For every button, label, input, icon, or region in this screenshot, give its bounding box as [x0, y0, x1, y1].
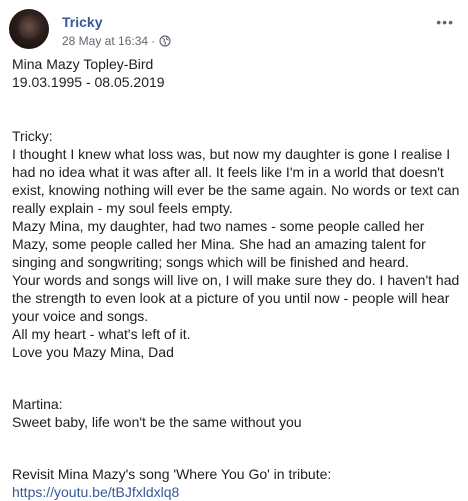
text-line: the strength to even look at a picture o…: [12, 290, 450, 306]
text-line: Martina:: [12, 396, 63, 412]
text-line: Your words and songs will live on, I wil…: [12, 272, 460, 288]
post-title-line: Mina Mazy Topley-Bird: [12, 56, 154, 72]
youtube-link[interactable]: https://youtu.be/tBJfxldxlq8: [12, 483, 460, 501]
revisit-text: Revisit Mina Mazy's song 'Where You Go' …: [12, 466, 332, 482]
post-timestamp[interactable]: 28 May at 16:34: [62, 34, 148, 48]
text-line: All my heart - what's left of it.: [12, 326, 191, 342]
post-dates-line: 19.03.1995 - 08.05.2019: [12, 74, 165, 90]
text-line: I thought I knew what loss was, but now …: [12, 146, 451, 162]
text-line: Love you Mazy Mina, Dad: [12, 344, 174, 360]
post-header: Tricky 28 May at 16:34 · •••: [9, 9, 468, 53]
globe-icon[interactable]: [159, 35, 171, 47]
text-line: Mazy, some people called her Mina. She h…: [12, 236, 426, 252]
text-line: Tricky:: [12, 128, 53, 144]
text-line: really explain - my soul feels empty.: [12, 200, 233, 216]
text-line: had no idea what it was after all. It fe…: [12, 164, 444, 180]
avatar[interactable]: [9, 9, 49, 49]
text-line: your voice and songs.: [12, 308, 149, 324]
author-name[interactable]: Tricky: [62, 14, 102, 30]
meta-separator: ·: [151, 34, 156, 48]
text-line: exist, knowing nothing will ever be the …: [12, 182, 460, 198]
text-line: Sweet baby, life won't be the same witho…: [12, 414, 302, 430]
text-line: singing and songwriting; songs which wil…: [12, 254, 409, 270]
post-meta: 28 May at 16:34 ·: [62, 34, 171, 48]
post-body: Mina Mazy Topley-Bird 19.03.1995 - 08.05…: [12, 55, 460, 501]
more-options-icon[interactable]: •••: [436, 15, 454, 29]
text-line: Mazy Mina, my daughter, had two names - …: [12, 218, 425, 234]
